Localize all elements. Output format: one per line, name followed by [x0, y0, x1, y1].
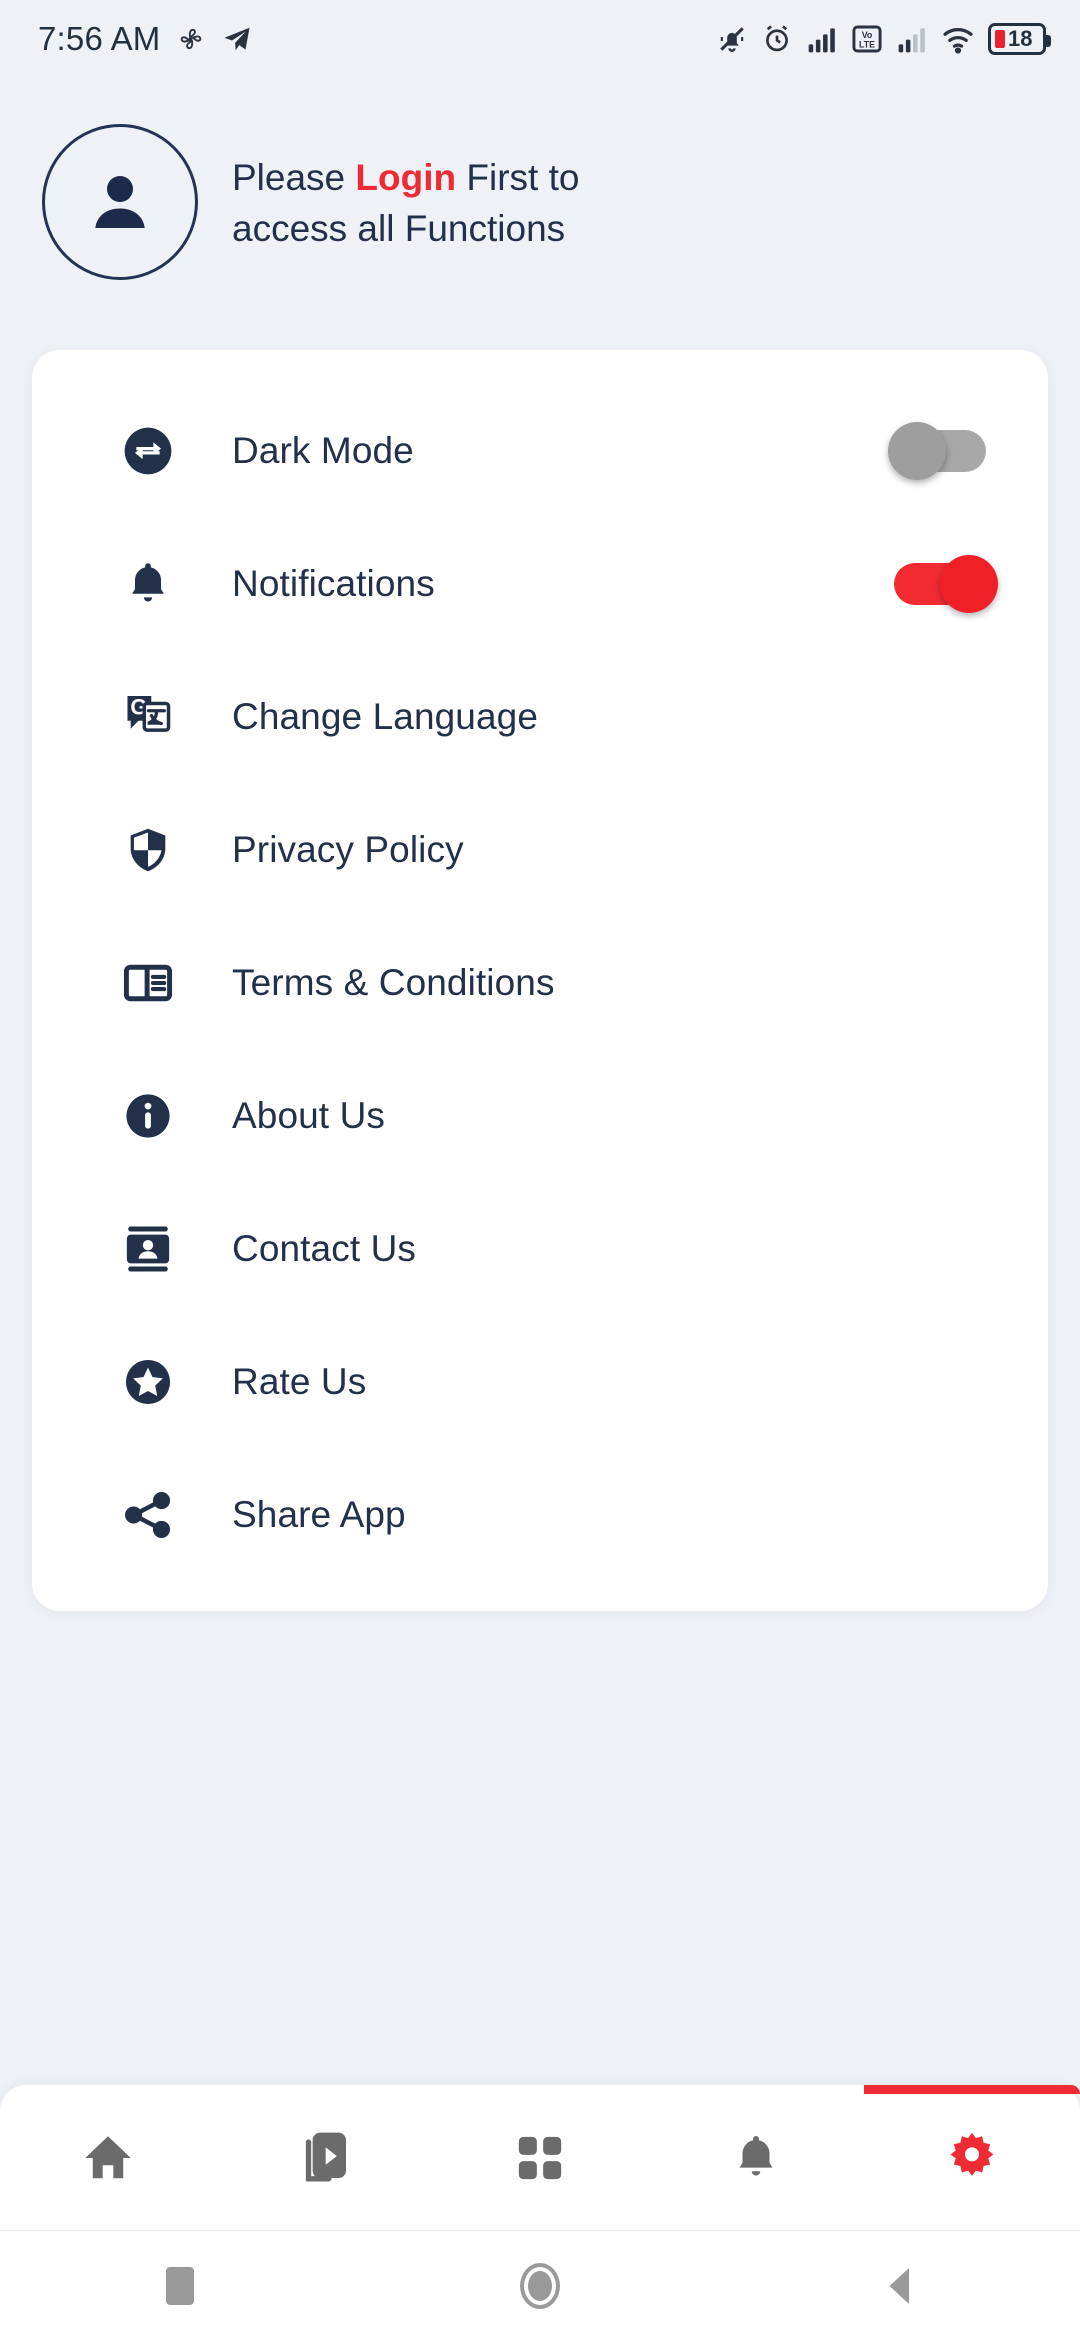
translate-icon: G — [117, 689, 179, 745]
settings-label: Share App — [232, 1493, 406, 1535]
settings-card: Dark Mode Notifications G Change Languag… — [32, 350, 1048, 1611]
gear-icon — [950, 2132, 994, 2176]
video-icon — [305, 2132, 346, 2181]
settings-row-rate-us[interactable]: Rate Us — [32, 1315, 1048, 1448]
fan-icon — [181, 28, 202, 50]
login-prompt: Please Login First to access all Functio… — [232, 149, 702, 254]
dark-mode-toggle[interactable] — [888, 421, 986, 480]
nav-item-settings[interactable] — [864, 2085, 1080, 2230]
battery-icon: 18 — [988, 23, 1051, 55]
nav-item-home[interactable] — [0, 2085, 216, 2230]
avatar[interactable] — [42, 124, 198, 280]
alarm-icon — [766, 25, 788, 52]
status-bar-right: Vo LTE 18 — [716, 23, 1051, 55]
settings-label: Contact Us — [232, 1227, 417, 1269]
system-recents-button[interactable] — [0, 2266, 360, 2305]
grid-icon — [518, 2136, 562, 2179]
settings-row-about-us[interactable]: About Us — [32, 1049, 1048, 1182]
circle-icon — [520, 2262, 560, 2309]
login-prompt-before: Please — [232, 157, 356, 199]
settings-row-contact-us[interactable]: Contact Us — [32, 1182, 1048, 1315]
settings-row-change-language[interactable]: G Change Language — [32, 650, 1048, 783]
shield-icon — [117, 824, 179, 876]
system-navigation-bar — [0, 2230, 1080, 2340]
settings-row-share-app[interactable]: Share App — [32, 1448, 1048, 1581]
signal-icon — [808, 28, 835, 53]
login-link[interactable]: Login — [355, 157, 456, 198]
contact-card-icon — [117, 1222, 179, 1276]
settings-label: Rate Us — [232, 1360, 367, 1402]
volte-icon: Vo LTE — [852, 25, 882, 53]
star-circle-icon — [117, 1355, 179, 1409]
settings-label: Dark Mode — [232, 429, 414, 471]
triangle-left-icon — [889, 2267, 909, 2304]
article-icon — [117, 956, 179, 1010]
square-icon — [166, 2266, 194, 2305]
svg-text:LTE: LTE — [859, 40, 875, 50]
settings-label: About Us — [232, 1094, 385, 1136]
bell-icon — [739, 2135, 773, 2176]
settings-row-privacy-policy[interactable]: Privacy Policy — [32, 783, 1048, 916]
telegram-icon — [224, 27, 250, 51]
settings-label: Terms & Conditions — [232, 961, 555, 1003]
settings-label: Privacy Policy — [232, 828, 464, 870]
settings-row-terms-conditions[interactable]: Terms & Conditions — [32, 916, 1048, 1049]
info-circle-icon — [117, 1089, 179, 1143]
settings-row-dark-mode[interactable]: Dark Mode — [32, 384, 1048, 517]
settings-label: Change Language — [232, 695, 539, 737]
nav-item-categories[interactable] — [432, 2085, 648, 2230]
notifications-toggle[interactable] — [894, 554, 998, 613]
signal2-icon — [898, 28, 925, 53]
system-home-button[interactable] — [360, 2262, 720, 2309]
settings-row-notifications[interactable]: Notifications — [32, 517, 1048, 650]
system-back-button[interactable] — [720, 2265, 1080, 2307]
share-icon — [117, 1488, 179, 1542]
status-bar-left: 7:56 AM — [38, 20, 252, 58]
profile-header[interactable]: Please Login First to access all Functio… — [0, 78, 1080, 280]
home-icon — [85, 2135, 131, 2178]
settings-label: Notifications — [232, 562, 435, 604]
status-time: 7:56 AM — [38, 20, 161, 57]
person-icon — [95, 176, 145, 228]
status-bar: 7:56 AM Vo LTE 18 — [0, 0, 1080, 78]
nav-item-videos[interactable] — [216, 2085, 432, 2230]
silent-bell-icon — [720, 27, 744, 52]
nav-item-notifications[interactable] — [648, 2085, 864, 2230]
wifi-icon — [943, 27, 973, 54]
bell-icon — [117, 558, 179, 610]
bottom-navigation — [0, 2085, 1080, 2230]
swap-arrows-circle-icon — [117, 423, 179, 479]
